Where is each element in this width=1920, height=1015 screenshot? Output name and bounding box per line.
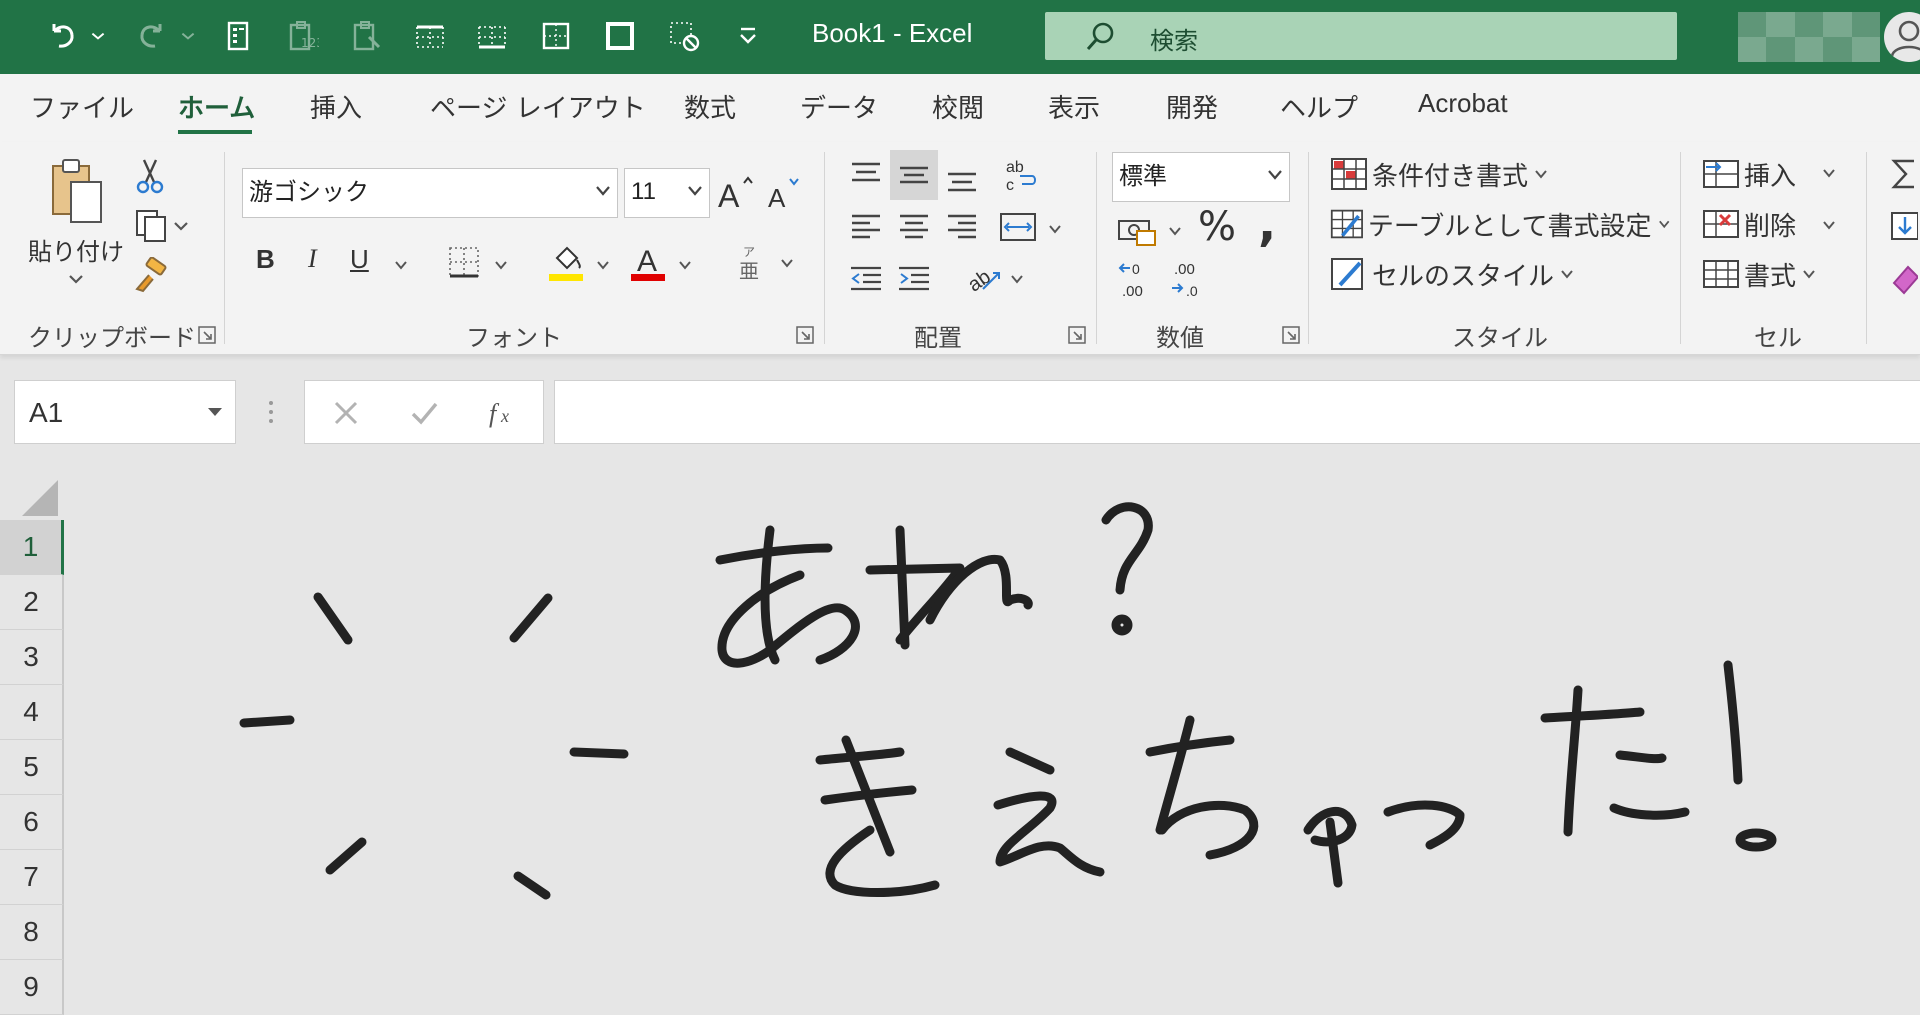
handwritten-sketch — [239, 502, 1777, 900]
